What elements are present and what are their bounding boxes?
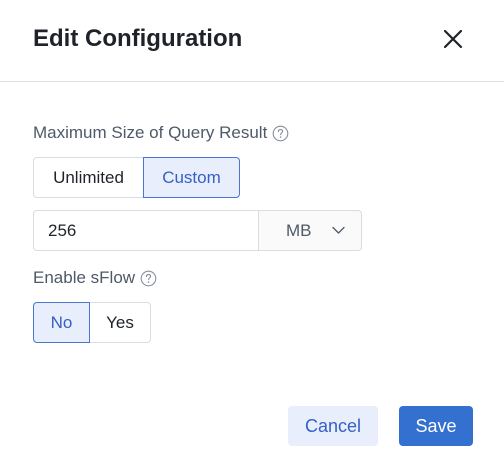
- query-result-segmented-control: Unlimited Custom: [33, 157, 240, 198]
- close-icon[interactable]: [438, 24, 468, 54]
- chevron-down-icon: [332, 226, 345, 235]
- size-input-group: MB: [33, 210, 362, 251]
- question-circle-icon[interactable]: [140, 270, 157, 287]
- question-circle-icon[interactable]: [272, 125, 289, 142]
- option-no[interactable]: No: [33, 302, 90, 343]
- option-unlimited[interactable]: Unlimited: [33, 157, 144, 198]
- unit-value: MB: [286, 220, 312, 240]
- query-result-label: Maximum Size of Query Result: [33, 123, 268, 142]
- cancel-button[interactable]: Cancel: [288, 406, 378, 446]
- option-custom[interactable]: Custom: [143, 157, 240, 198]
- save-button[interactable]: Save: [399, 406, 473, 446]
- option-yes[interactable]: Yes: [89, 302, 151, 343]
- sflow-segmented-control: No Yes: [33, 302, 151, 343]
- edit-configuration-dialog: Edit Configuration Maximum Size of Query…: [0, 0, 504, 454]
- sflow-label: Enable sFlow: [33, 268, 136, 287]
- size-input[interactable]: [33, 210, 259, 251]
- sflow-label-row: Enable sFlow: [33, 267, 157, 289]
- dialog-header: Edit Configuration: [0, 0, 504, 82]
- unit-select[interactable]: MB: [259, 210, 362, 251]
- dialog-title: Edit Configuration: [33, 25, 243, 52]
- query-result-label-row: Maximum Size of Query Result: [33, 122, 289, 144]
